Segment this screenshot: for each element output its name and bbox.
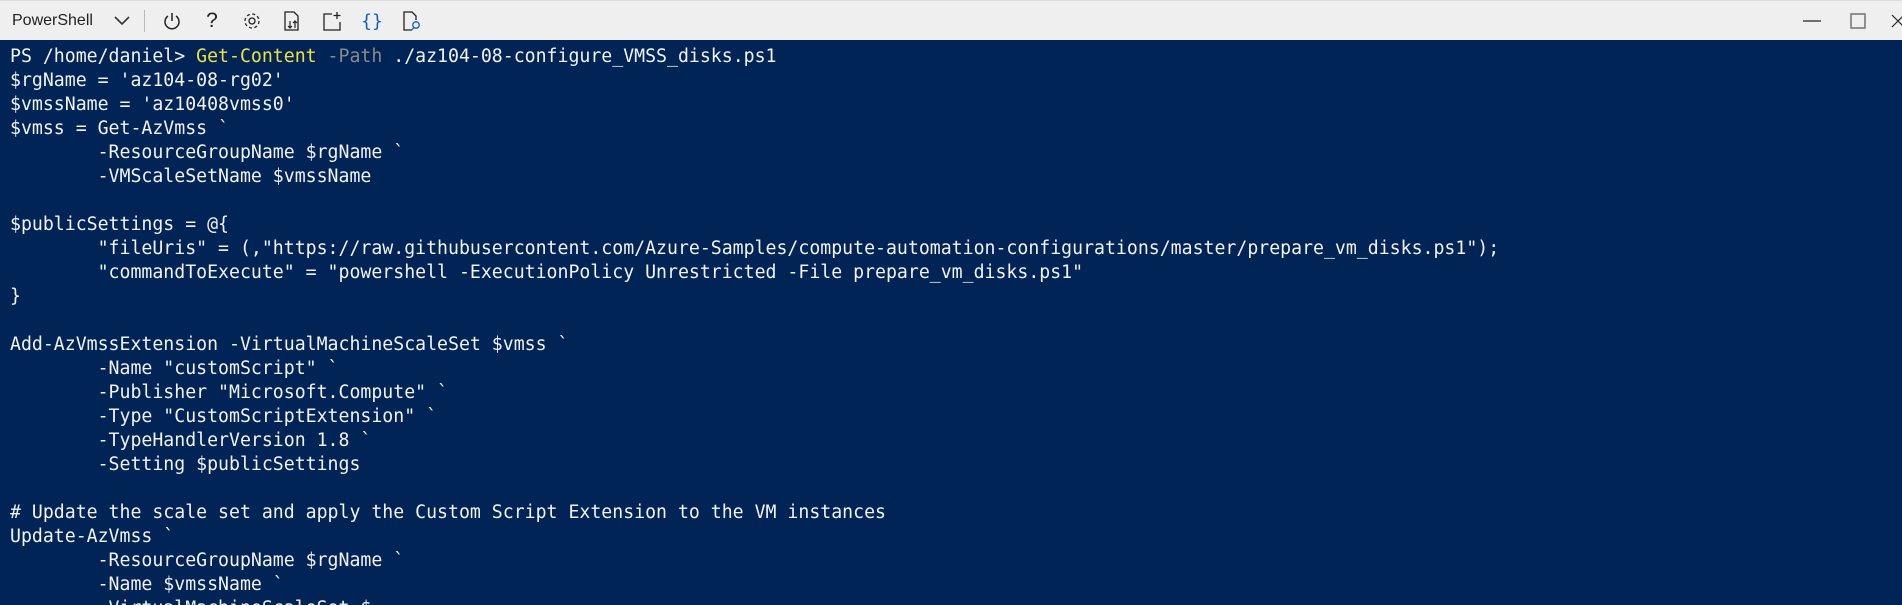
terminal-text: -Setting $publicSettings: [10, 454, 361, 475]
power-icon[interactable]: [156, 1, 188, 41]
new-session-icon[interactable]: [316, 1, 348, 41]
terminal-text: -VirtualMachineScaleSet $: [10, 598, 372, 605]
terminal-text: $publicSettings = @{: [10, 214, 229, 235]
cloud-shell-toolbar: PowerShell ? {}: [0, 0, 1902, 40]
terminal-line: PS /home/daniel> Get-Content -Path ./az1…: [10, 45, 1902, 69]
terminal-text: -Path: [316, 46, 383, 67]
terminal-line: $rgName = 'az104-08-rg02': [10, 69, 1902, 93]
shell-selector[interactable]: PowerShell: [12, 1, 93, 41]
terminal-text: PS /home/daniel>: [10, 46, 197, 67]
shell-selector-label: PowerShell: [12, 12, 93, 29]
terminal-text: -VMScaleSetName $vmssName: [10, 166, 372, 187]
terminal-line: -ResourceGroupName $rgName `: [10, 141, 1902, 165]
web-preview-icon[interactable]: [396, 1, 428, 41]
terminal-line: -Name $vmssName `: [10, 573, 1902, 597]
terminal-line: -VMScaleSetName $vmssName: [10, 165, 1902, 189]
terminal-line: -Publisher "Microsoft.Compute" `: [10, 381, 1902, 405]
terminal-text: # Update the scale set and apply the Cus…: [10, 502, 886, 523]
toolbar-divider: [144, 10, 145, 32]
terminal-line: Update-AzVmss `: [10, 525, 1902, 549]
terminal-text: -Name "customScript" `: [10, 358, 339, 379]
terminal-text: -Publisher "Microsoft.Compute" `: [10, 382, 448, 403]
terminal-text: Add-AzVmssExtension -VirtualMachineScale…: [10, 334, 569, 355]
terminal-line: -TypeHandlerVersion 1.8 `: [10, 429, 1902, 453]
terminal-line: -ResourceGroupName $rgName `: [10, 549, 1902, 573]
terminal-text: Update-AzVmss `: [10, 526, 175, 547]
upload-download-icon[interactable]: [276, 1, 308, 41]
terminal-text: -ResourceGroupName $rgName `: [10, 550, 405, 571]
terminal-line: "fileUris" = (,"https://raw.githubuserco…: [10, 237, 1902, 261]
terminal-line: }: [10, 285, 1902, 309]
terminal-text: ./az104-08-configure_VMSS_disks.ps1: [382, 46, 777, 67]
terminal-text: -Type "CustomScriptExtension" `: [10, 406, 438, 427]
terminal-line: "commandToExecute" = "powershell -Execut…: [10, 261, 1902, 285]
terminal-line: -Name "customScript" `: [10, 357, 1902, 381]
terminal-text: "fileUris" = (,"https://raw.githubuserco…: [10, 238, 1500, 259]
terminal-output[interactable]: PS /home/daniel> Get-Content -Path ./az1…: [10, 45, 1902, 605]
terminal-text: $rgName = 'az104-08-rg02': [10, 70, 284, 91]
terminal-line: $vmss = Get-AzVmss `: [10, 117, 1902, 141]
terminal-text: Get-Content: [196, 46, 317, 67]
terminal-text: }: [10, 286, 21, 307]
help-icon[interactable]: ?: [196, 1, 228, 41]
minimize-icon[interactable]: [1800, 1, 1824, 41]
terminal-text: -TypeHandlerVersion 1.8 `: [10, 430, 372, 451]
terminal-line: -Type "CustomScriptExtension" `: [10, 405, 1902, 429]
terminal-line: # Update the scale set and apply the Cus…: [10, 501, 1902, 525]
terminal-line: Add-AzVmssExtension -VirtualMachineScale…: [10, 333, 1902, 357]
close-icon[interactable]: [1890, 1, 1902, 41]
terminal-text: -ResourceGroupName $rgName `: [10, 142, 405, 163]
gear-icon[interactable]: [236, 1, 268, 41]
terminal-line: $vmssName = 'az10408vmss0': [10, 93, 1902, 117]
terminal-text: $vmssName = 'az10408vmss0': [10, 94, 295, 115]
chevron-down-icon[interactable]: [110, 1, 134, 41]
braces-icon[interactable]: {}: [356, 1, 388, 41]
terminal-line: $publicSettings = @{: [10, 213, 1902, 237]
terminal-text: $vmss = Get-AzVmss `: [10, 118, 229, 139]
terminal-line: -Setting $publicSettings: [10, 453, 1902, 477]
terminal-text: -Name $vmssName `: [10, 574, 284, 595]
terminal-text: "commandToExecute" = "powershell -Execut…: [10, 262, 1084, 283]
maximize-icon[interactable]: [1846, 1, 1870, 41]
terminal-line: -VirtualMachineScaleSet $: [10, 597, 1902, 605]
